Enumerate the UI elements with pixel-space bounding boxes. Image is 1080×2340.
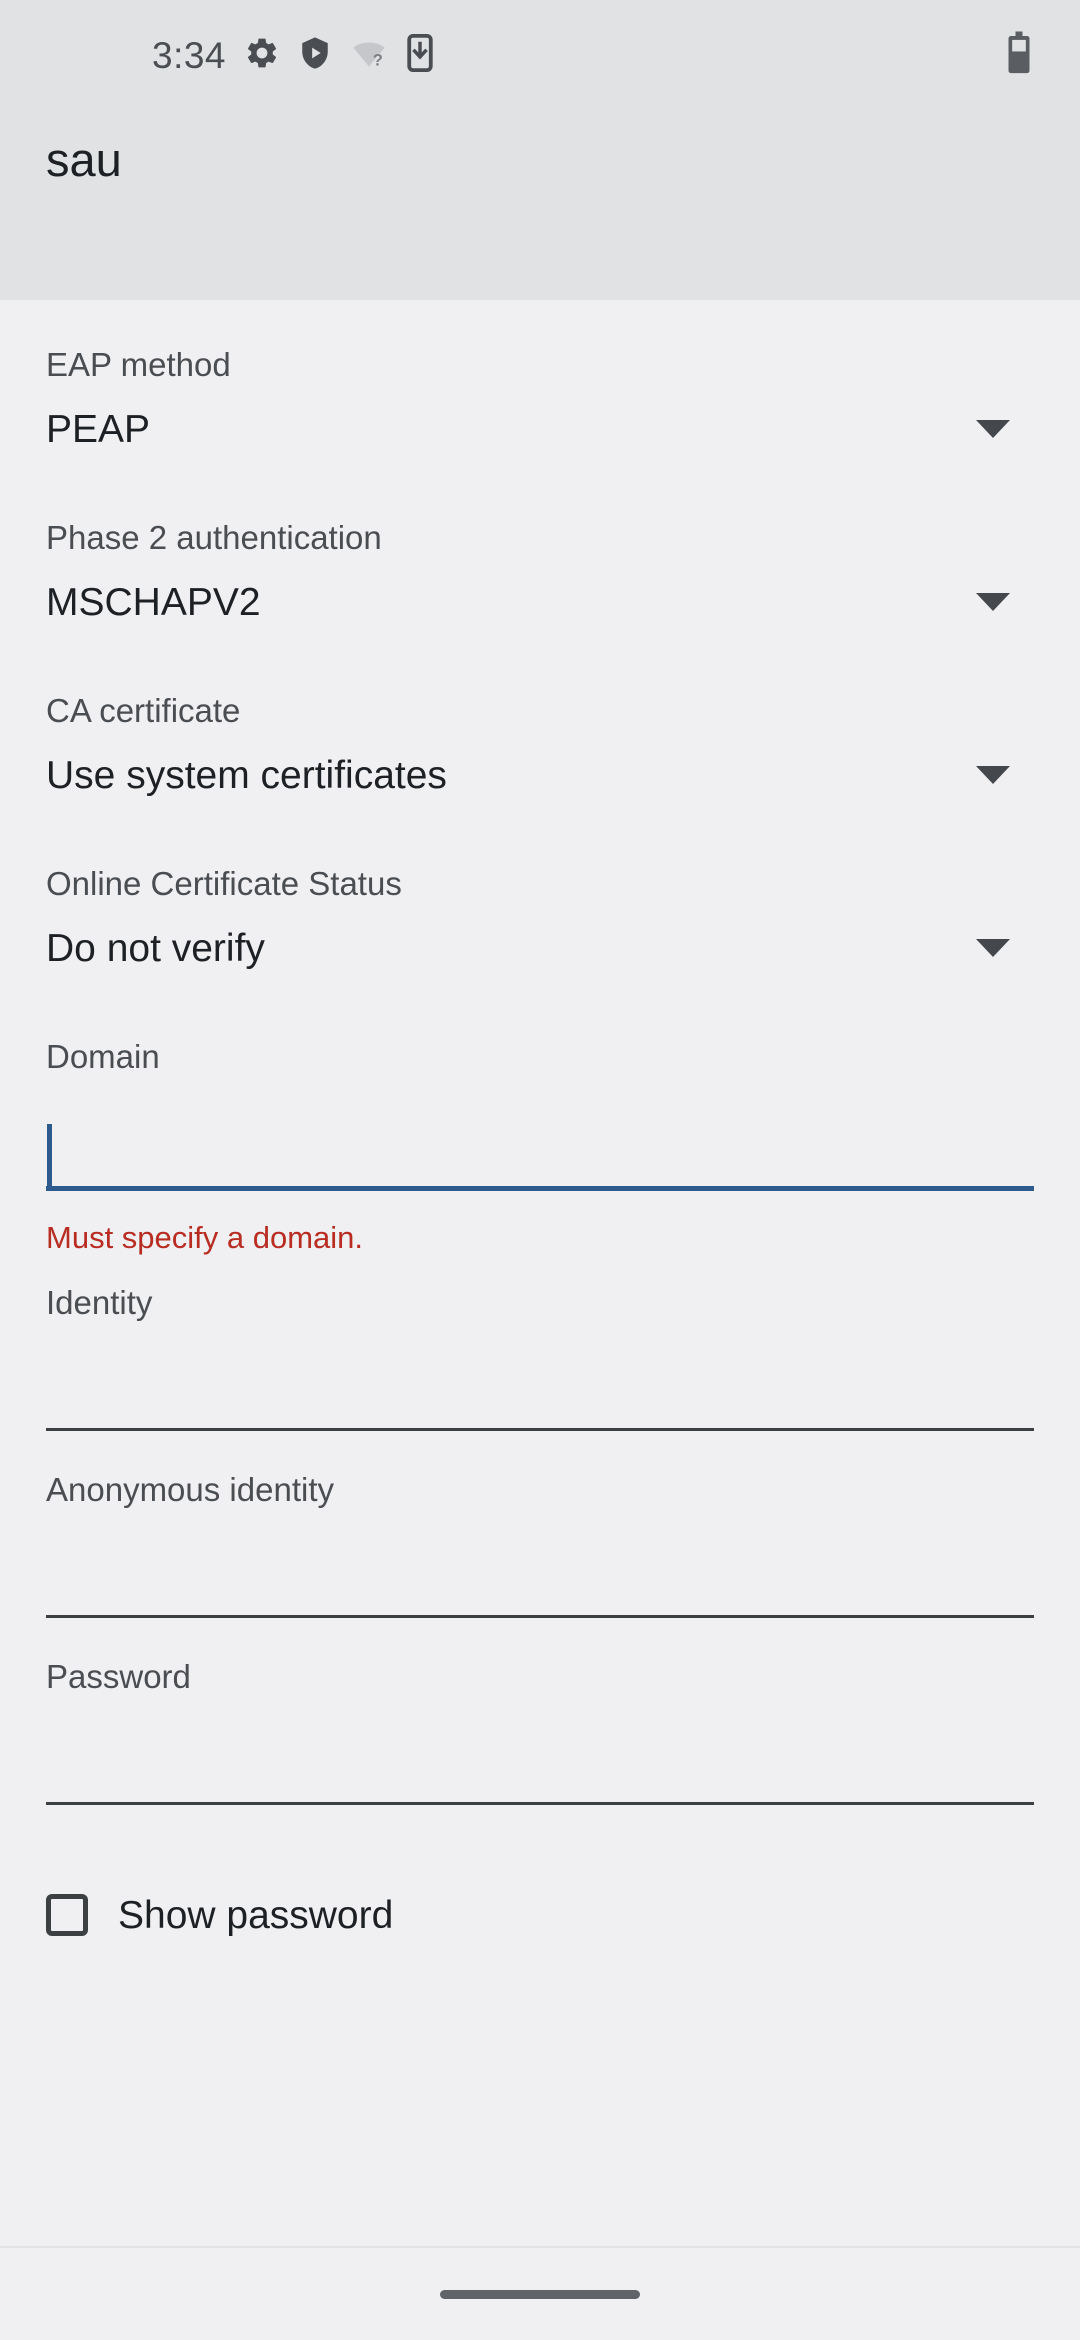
password-input[interactable]: [46, 1719, 1034, 1805]
phone-download-icon: [406, 33, 434, 77]
anonymous-identity-input-underline: [46, 1615, 1034, 1618]
identity-input[interactable]: [46, 1345, 1034, 1431]
status-clock: 3:34: [152, 34, 227, 76]
eap-method-spinner[interactable]: PEAP: [46, 381, 1034, 477]
password-input-underline: [46, 1802, 1034, 1805]
status-bar-right-cluster: [1006, 31, 1032, 79]
chevron-down-icon: [976, 939, 1010, 957]
domain-input[interactable]: [46, 1105, 1034, 1191]
text-cursor-icon: [47, 1124, 52, 1186]
field-domain: Domain Must specify a domain.: [46, 996, 1034, 1253]
ca-certificate-value: Use system certificates: [46, 753, 447, 797]
battery-icon: [1006, 31, 1032, 79]
domain-label: Domain: [46, 1038, 160, 1075]
phase2-value: MSCHAPV2: [46, 580, 261, 624]
page-title: sau: [46, 133, 122, 186]
ocsp-spinner[interactable]: Do not verify: [46, 900, 1034, 996]
anonymous-identity-input[interactable]: [46, 1532, 1034, 1618]
eap-method-value: PEAP: [46, 407, 151, 451]
password-label: Password: [46, 1658, 191, 1695]
domain-error-message: Must specify a domain.: [46, 1220, 364, 1255]
field-identity: Identity: [46, 1253, 1034, 1431]
field-ca-certificate: CA certificate Use system certificates: [46, 650, 1034, 823]
home-gesture-pill[interactable]: [440, 2289, 640, 2299]
chevron-down-icon: [976, 593, 1010, 611]
field-eap-method: EAP method PEAP: [46, 300, 1034, 477]
eap-method-label: EAP method: [46, 346, 231, 383]
identity-input-underline: [46, 1428, 1034, 1431]
navigation-bar: [0, 2248, 1080, 2340]
field-phase2-authentication: Phase 2 authentication MSCHAPV2: [46, 477, 1034, 650]
status-bar: 3:34 ?: [0, 0, 1080, 110]
ca-certificate-spinner[interactable]: Use system certificates: [46, 727, 1034, 823]
network-header: sau: [0, 110, 1080, 300]
identity-label: Identity: [46, 1284, 153, 1321]
status-bar-left-cluster: 3:34 ?: [152, 33, 434, 77]
field-online-certificate-status: Online Certificate Status Do not verify: [46, 823, 1034, 996]
field-password: Password: [46, 1618, 1034, 1805]
domain-input-underline: [46, 1186, 1034, 1191]
wifi-unknown-icon: ?: [350, 35, 388, 76]
phase2-label: Phase 2 authentication: [46, 519, 382, 556]
ca-certificate-label: CA certificate: [46, 692, 241, 729]
settings-gear-icon: [244, 35, 280, 76]
svg-text:?: ?: [373, 51, 383, 69]
ocsp-label: Online Certificate Status: [46, 865, 402, 902]
chevron-down-icon: [976, 766, 1010, 784]
phase2-spinner[interactable]: MSCHAPV2: [46, 554, 1034, 650]
show-password-label: Show password: [118, 1893, 394, 1937]
wifi-config-form: EAP method PEAP Phase 2 authentication M…: [0, 300, 1080, 1936]
ocsp-value: Do not verify: [46, 926, 265, 970]
anonymous-identity-label: Anonymous identity: [46, 1471, 334, 1508]
play-protect-shield-icon: [298, 35, 332, 76]
chevron-down-icon: [976, 420, 1010, 438]
show-password-checkbox[interactable]: [46, 1894, 88, 1936]
field-anonymous-identity: Anonymous identity: [46, 1431, 1034, 1618]
show-password-checkbox-row[interactable]: Show password: [46, 1894, 1034, 1936]
